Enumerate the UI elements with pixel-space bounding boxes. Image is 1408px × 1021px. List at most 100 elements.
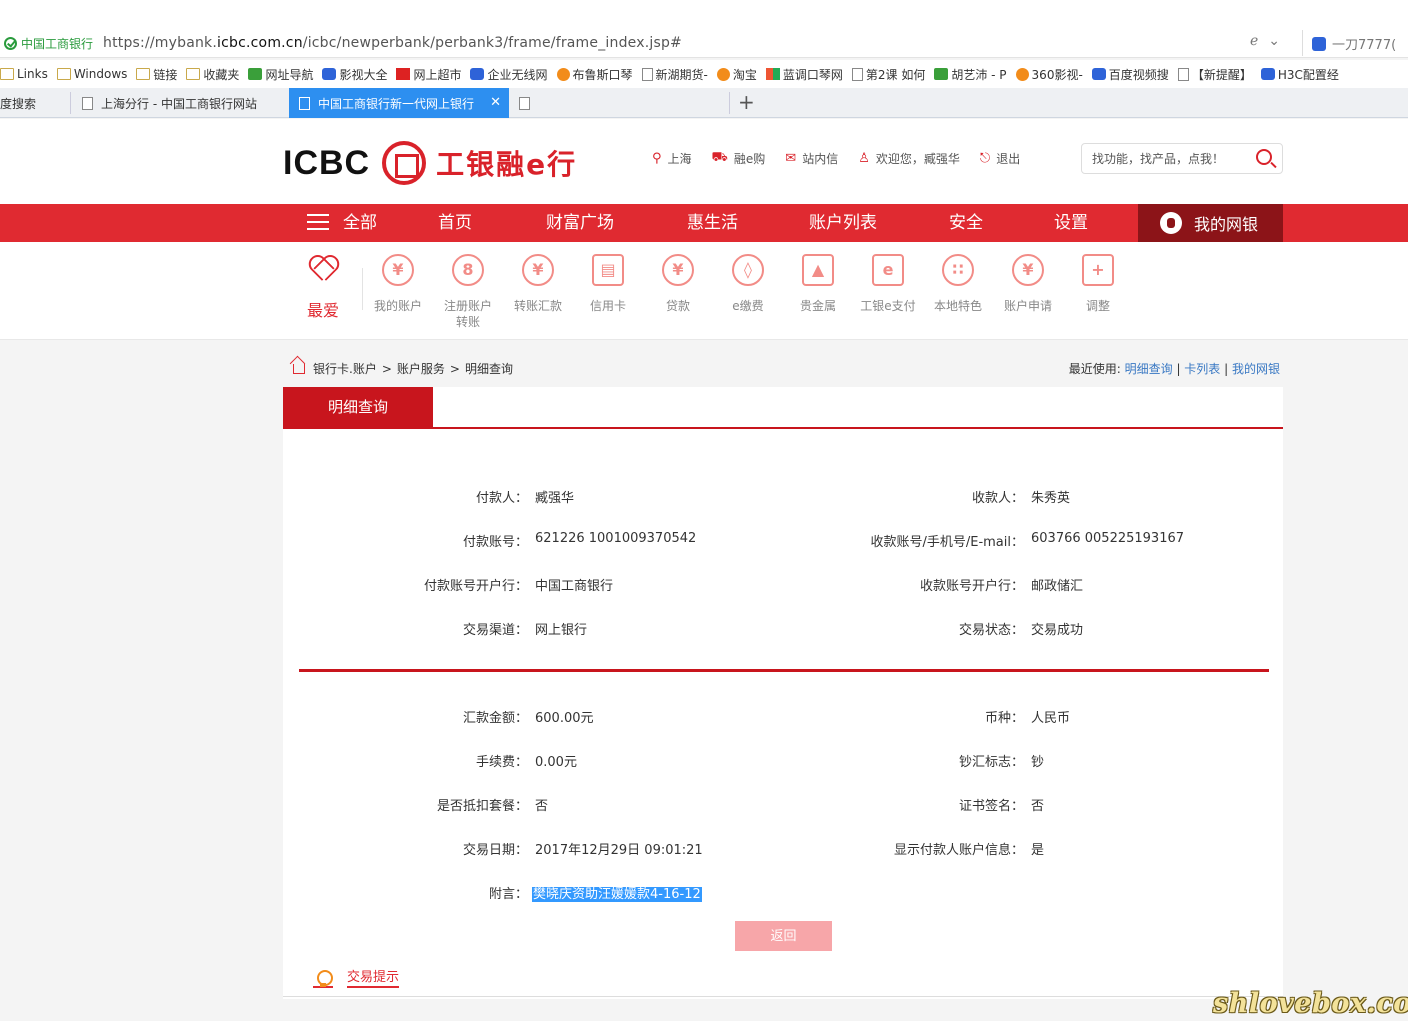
quick-adjust[interactable]: + 调整 [1063, 254, 1133, 314]
bookmark-label: 百度视频搜 [1108, 67, 1169, 82]
quick-local-features[interactable]: ∷ 本地特色 [923, 254, 993, 314]
recent-link-detail[interactable]: 明细查询 [1125, 362, 1173, 376]
quick-precious-metal[interactable]: ▲ 贵金属 [783, 254, 853, 314]
messages-link[interactable]: ✉ 站内信 [785, 150, 838, 167]
tab-blank[interactable] [509, 88, 729, 118]
rongegou-link[interactable]: ⛟ 融e购 [712, 150, 766, 167]
nav-life[interactable]: 惠生活 [687, 204, 738, 242]
nav-mybank[interactable]: 我的网银 [1138, 204, 1283, 242]
cert-sign-value: 否 [1031, 799, 1045, 814]
nav-security[interactable]: 安全 [949, 204, 983, 242]
payee-bank-label: 收款账号开户行： [919, 579, 1024, 594]
link-label: 退出 [996, 152, 1021, 166]
bookmark-label: 第2课 如何 [865, 67, 926, 82]
search-icon[interactable] [1256, 149, 1272, 165]
breadcrumb: 银行卡.账户 > 账户服务 > 明细查询 [293, 360, 513, 377]
browser-address-bar: 中国工商银行 https://mybank.icbc.com.cn/icbc/n… [0, 0, 1408, 58]
play-icon [1015, 67, 1029, 81]
quick-registered-transfer[interactable]: 8 注册账户转账 [433, 254, 503, 330]
nav-all[interactable]: 全部 [307, 204, 377, 242]
quick-label: 贷款 [665, 299, 690, 313]
chevron-down-icon[interactable]: ⌄ [1268, 33, 1280, 49]
bookmark[interactable]: 收藏夹 [186, 66, 239, 83]
nav-label: 全部 [343, 213, 377, 233]
quick-credit-card[interactable]: ▤ 信用卡 [573, 254, 643, 314]
quick-icbc-epay[interactable]: e 工银e支付 [853, 254, 923, 314]
bookmark-label: Links [17, 67, 48, 81]
bookmark[interactable]: 【新提醒】 [1177, 66, 1252, 83]
secure-site-indicator[interactable]: 中国工商银行 [4, 35, 93, 52]
bookmark-label: 企业无线网 [487, 67, 548, 82]
bookmark[interactable]: 百度视频搜 [1091, 66, 1169, 83]
heart-icon [308, 255, 338, 283]
bookmark[interactable]: 网上超市 [396, 66, 461, 83]
site-search-input[interactable]: 找功能，找产品，点我！ [1081, 143, 1283, 174]
tab-detail-query[interactable]: 明细查询 [283, 387, 433, 428]
logout-link[interactable]: ⎋ 退出 [980, 150, 1020, 167]
link-label: 上海 [667, 152, 692, 166]
url-text[interactable]: https://mybank.icbc.com.cn/icbc/newperba… [103, 35, 682, 51]
mail-icon: ✉ [785, 151, 797, 166]
tab-icbc-netbank[interactable]: 中国工商银行新一代网上银行 ✕ [289, 88, 509, 118]
yen-chat-icon: ¥ [1012, 254, 1044, 286]
memo-value[interactable]: 樊晓庆资助汪媛媛款4-16-12 [532, 883, 702, 902]
bookmark[interactable]: 影视大全 [322, 66, 387, 83]
quick-e-payment[interactable]: ◊ e缴费 [713, 254, 783, 314]
bookmark[interactable]: 新湖期货- [641, 66, 708, 83]
bookmark-label: 布鲁斯口琴 [572, 67, 633, 82]
bookmark[interactable]: Windows [56, 67, 128, 81]
bookmark[interactable]: 网址导航 [248, 66, 313, 83]
return-button[interactable]: 返回 [735, 921, 832, 951]
bookmark[interactable]: 胡艺沛 - P [934, 66, 1007, 83]
bookmark[interactable]: 第2课 如何 [851, 66, 926, 83]
favorites[interactable]: 最爱 [305, 255, 341, 321]
shop-icon [396, 68, 411, 80]
recent-link-cards[interactable]: 卡列表 [1184, 362, 1220, 376]
fee-label: 手续费： [475, 755, 528, 770]
bookmark[interactable]: 淘宝 [716, 66, 757, 83]
bookmark[interactable]: 链接 [136, 66, 177, 83]
quick-account-apply[interactable]: ¥ 账户申请 [993, 254, 1063, 314]
nav-settings[interactable]: 设置 [1054, 204, 1088, 242]
nav-home[interactable]: 首页 [438, 204, 472, 242]
smile-icon [556, 67, 570, 81]
location-link[interactable]: ⚲ 上海 [652, 150, 692, 167]
bookmark[interactable]: 布鲁斯口琴 [556, 66, 633, 83]
nav-accounts[interactable]: 账户列表 [809, 204, 877, 242]
quick-loan[interactable]: ¥ 贷款 [643, 254, 713, 314]
nav-wealth[interactable]: 财富广场 [546, 204, 614, 242]
tab-separator [729, 92, 730, 114]
quick-my-account[interactable]: ¥ 我的账户 [363, 254, 433, 314]
close-icon[interactable]: ✕ [490, 95, 501, 110]
new-tab-button[interactable]: + [738, 92, 755, 112]
recent-link-mybank[interactable]: 我的网银 [1232, 362, 1280, 376]
transaction-tips[interactable]: 交易提示 [313, 966, 400, 988]
breadcrumb-item[interactable]: 银行卡.账户 [313, 360, 377, 377]
favorites-label: 最爱 [306, 301, 339, 320]
browser-search-box[interactable]: 一刀7777( [1312, 34, 1396, 53]
bookmark[interactable]: 企业无线网 [470, 66, 548, 83]
icbc-logo[interactable]: ICBC 工银融e行 [283, 141, 577, 185]
url-field[interactable]: 中国工商银行 https://mybank.icbc.com.cn/icbc/n… [4, 30, 1304, 56]
tab-search[interactable]: 度搜索 [0, 88, 70, 118]
bookmark[interactable]: H3C配置经 [1260, 66, 1339, 83]
breadcrumb-item[interactable]: 账户服务 [397, 360, 445, 377]
payee-account-value: 603766 005225193167 [1031, 531, 1185, 546]
home-icon[interactable] [293, 363, 305, 374]
quick-transfer[interactable]: ¥ 转账汇款 [503, 254, 573, 314]
section-divider [299, 669, 1269, 672]
credit-card-icon: ▤ [592, 254, 624, 286]
cash-flag-value: 钞 [1031, 755, 1045, 770]
breadcrumb-sep: > [381, 361, 392, 376]
logo-cn: 工银融e行 [436, 148, 578, 181]
tab-shanghai-branch[interactable]: 上海分行 - 中国工商银行网站 [72, 88, 288, 118]
ie-compat-icon[interactable]: ℯ [1250, 33, 1258, 49]
welcome-user[interactable]: ♙ 欢迎您，臧强华 [858, 150, 960, 167]
bookmark[interactable]: 360影视- [1015, 66, 1083, 83]
browser-tabs: 度搜索 上海分行 - 中国工商银行网站 中国工商银行新一代网上银行 ✕ [0, 88, 1408, 118]
tab-separator [70, 92, 71, 114]
bookmark-label: Windows [73, 67, 128, 81]
money-bag-icon [1160, 212, 1182, 234]
bookmark[interactable]: Links [0, 67, 48, 81]
bookmark[interactable]: 蓝调口琴网 [765, 66, 843, 83]
